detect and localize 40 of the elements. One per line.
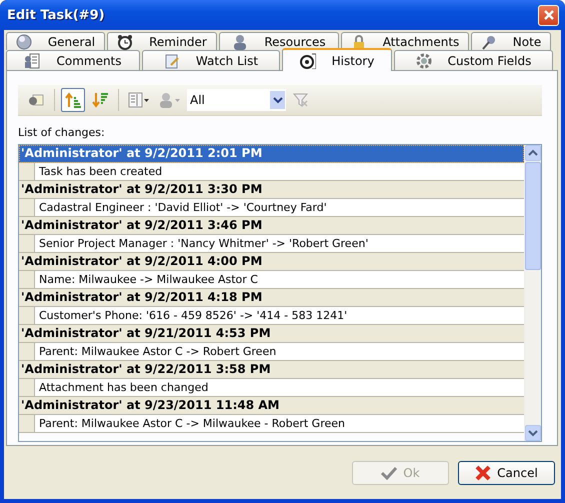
- sort-ascending-icon: [65, 92, 81, 108]
- change-header-row[interactable]: 'Administrator' at 9/23/2011 11:48 AM: [19, 397, 524, 415]
- funnel-icon: [293, 92, 309, 108]
- checkmark-icon: [381, 466, 398, 480]
- cross-icon: [475, 464, 492, 480]
- tab[interactable]: Custom Fields: [394, 50, 553, 71]
- sphere-icon: [16, 34, 32, 50]
- pushpin-icon: [480, 34, 497, 50]
- change-header-row[interactable]: 'Administrator' at 9/2/2011 3:46 PM: [19, 217, 524, 235]
- tab[interactable]: Comments: [6, 50, 140, 71]
- scrollbar[interactable]: [524, 145, 541, 441]
- scroll-down-icon: [528, 429, 538, 437]
- alarm-clock-icon: [117, 34, 134, 50]
- person-icon: [232, 34, 248, 50]
- change-header-row[interactable]: 'Administrator' at 9/21/2011 4:53 PM: [19, 325, 524, 343]
- tab[interactable]: Note: [471, 32, 551, 50]
- change-header-row[interactable]: 'Administrator' at 9/2/2011 2:01 PM: [19, 145, 524, 163]
- tab[interactable]: General: [6, 32, 105, 50]
- columns-caret-icon: [128, 92, 150, 108]
- close-icon: [542, 9, 554, 21]
- window-title: Edit Task(#9): [7, 8, 105, 22]
- person-caret-icon: [159, 92, 181, 108]
- tab[interactable]: Resources: [219, 32, 339, 50]
- sort-descending-icon: [92, 92, 108, 108]
- chevron-down-icon: [272, 96, 282, 104]
- tab[interactable]: Attachments: [341, 32, 469, 50]
- gear-icon: [416, 53, 432, 69]
- scroll-up-icon: [528, 149, 538, 157]
- close-button[interactable]: [538, 4, 559, 26]
- filter-dropdown[interactable]: All: [187, 89, 286, 111]
- change-header-row[interactable]: 'Administrator' at 9/2/2011 4:18 PM: [19, 289, 524, 307]
- cancel-button[interactable]: Cancel: [458, 460, 555, 484]
- tab[interactable]: History: [282, 48, 392, 71]
- list-label: List of changes:: [18, 126, 106, 139]
- tab[interactable]: Watch List: [142, 50, 280, 71]
- change-header-row[interactable]: 'Administrator' at 9/2/2011 3:30 PM: [19, 181, 524, 199]
- sort-ascending-button[interactable]: [61, 88, 85, 112]
- tab[interactable]: Reminder: [107, 32, 217, 50]
- change-header-row[interactable]: 'Administrator' at 9/22/2011 3:58 PM: [19, 361, 524, 379]
- change-header-row[interactable]: 'Administrator' at 9/2/2011 4:00 PM: [19, 253, 524, 271]
